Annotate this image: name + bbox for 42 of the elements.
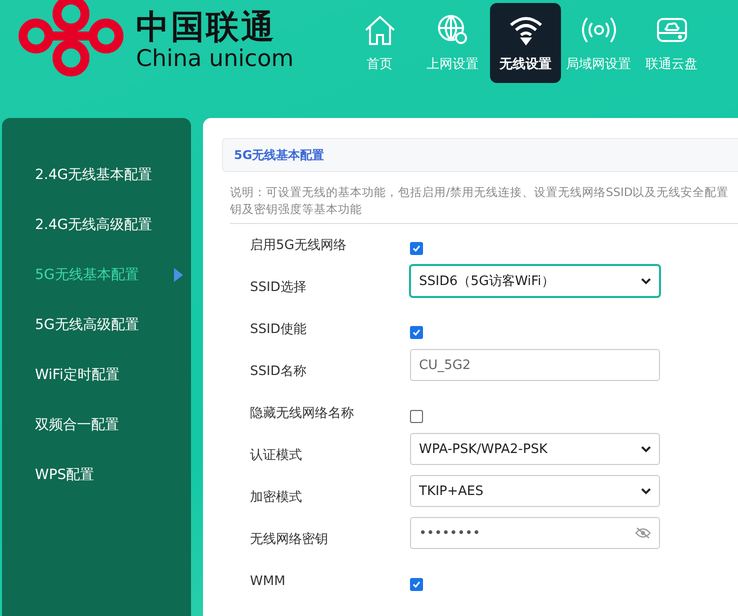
globe-gear-icon [436, 13, 470, 47]
sidebar-item[interactable]: 5G无线基本配置 [35, 266, 139, 284]
knot-logo-icon [16, 0, 126, 78]
field-label: 加密模式 [250, 490, 303, 506]
description-line: 说明：可设置无线的基本功能，包括启用/禁用无线连接、设置无线网络SSID以及无线安全配置 [230, 184, 730, 201]
field-label: SSID选择 [250, 280, 308, 296]
field-label: 启用5G无线网络 [250, 238, 348, 254]
select-dropdown[interactable]: WPA-PSK/WPA2-PSK [410, 433, 660, 465]
field-label: WMM [250, 574, 286, 590]
checkmark-icon [412, 580, 421, 589]
pointer-triangle-icon [174, 268, 183, 282]
sidebar-item[interactable]: 双频合一配置 [35, 416, 119, 434]
checkbox[interactable] [410, 242, 423, 255]
nav-tab[interactable]: 无线设置 [490, 3, 561, 83]
input-field[interactable]: CU_5G2 [410, 349, 660, 381]
sidebar-item[interactable]: 5G无线高级配置 [35, 316, 139, 334]
eye-slash-icon [635, 527, 651, 539]
description-line: 钥及密钥强度等基本功能 [230, 201, 363, 218]
sidebar-item[interactable]: WiFi定时配置 [35, 366, 120, 384]
checkbox[interactable] [410, 326, 423, 339]
chevron-down-icon [641, 278, 651, 284]
field-label: 认证模式 [250, 448, 303, 464]
checkbox[interactable] [410, 578, 423, 591]
select-dropdown[interactable]: SSID6（5G访客WiFi） [410, 265, 660, 297]
select-dropdown[interactable]: TKIP+AES [410, 475, 660, 507]
field-label: SSID名称 [250, 364, 308, 380]
field-label: 无线网络密钥 [250, 532, 329, 548]
field-label: SSID使能 [250, 322, 308, 338]
chevron-down-icon [641, 488, 651, 494]
checkbox[interactable] [410, 410, 423, 423]
field-label: 隐藏无线网络名称 [250, 406, 355, 422]
checkmark-icon [412, 244, 421, 253]
home-icon [362, 13, 396, 47]
password-field[interactable]: •••••••• [410, 517, 660, 549]
chevron-down-icon [641, 446, 651, 452]
checkmark-icon [412, 328, 421, 337]
sidebar-item[interactable]: 2.4G无线高级配置 [35, 216, 152, 234]
sidebar-item[interactable]: 2.4G无线基本配置 [35, 166, 152, 184]
sidebar-item[interactable]: WPS配置 [35, 466, 94, 484]
section-title: 5G无线基本配置 [234, 146, 324, 164]
logo-subtitle: China unicom [136, 46, 294, 72]
logo-title: 中国联通 [136, 8, 277, 46]
